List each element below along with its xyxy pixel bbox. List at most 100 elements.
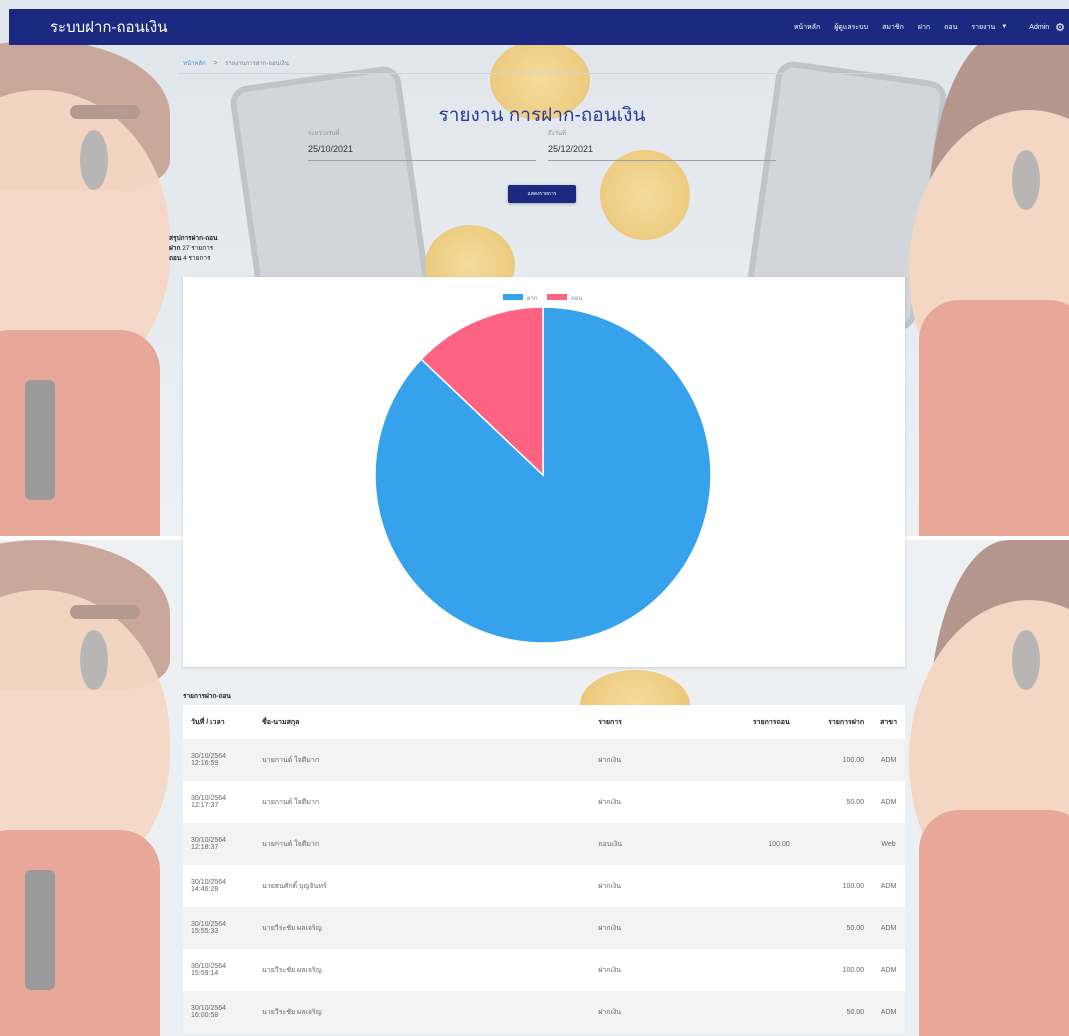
table-row: 30/10/2564 15:55:33 นายวีระชัย ผลเจริญ ฝากเ… [183,907,905,949]
top-navbar: ระบบฝาก-ถอนเงิน หน้าหลัก ผู้ดูแลระบบ สมา… [9,9,1069,45]
cell-branch: ADM [872,739,905,781]
nav-item-home[interactable]: หน้าหลัก [794,22,820,33]
coin-illustration [600,150,690,240]
nav-item-deposit[interactable]: ฝาก [918,22,930,33]
cell-deposit: 50.00 [797,907,873,949]
legend-label-deposit[interactable]: ฝาก [527,295,538,302]
nav-user[interactable]: Admin [1029,24,1049,31]
cell-time: 16:00:58 [191,1012,219,1019]
cell-type: ฝากเงิน [598,966,622,974]
cell-type: ฝากเงิน [598,882,622,890]
table-title: รายการฝาก-ถอน [183,693,231,700]
cell-datetime: 30/10/2564 16:00:58 [183,991,254,1033]
cartoon-tie-left [25,380,55,500]
cartoon-tie-left [25,870,55,990]
cell-datetime: 30/10/2564 12:18:37 [183,823,254,865]
cell-time: 12:16:59 [191,760,219,767]
cell-date: 30/10/2564 [191,879,227,886]
app-title[interactable]: ระบบฝาก-ถอนเงิน [50,15,168,39]
summary-deposit-label: ฝาก [169,245,181,252]
cartoon-eye-right [1012,150,1040,210]
cell-date: 30/10/2564 [191,921,227,928]
start-date-input[interactable] [308,140,536,161]
breadcrumb-divider [178,73,902,74]
cell-type: ฝากเงิน [590,907,722,949]
cell-time: 15:55:33 [191,928,219,935]
show-report-button[interactable]: แสดงรายการ [508,185,576,203]
transactions-table-card: วันที่ / เวลา ชื่อ-นามสกุล รายการ รายการ… [183,705,905,1033]
cell-date: 30/10/2564 [191,837,227,844]
breadcrumb-current: รายงานการฝาก-ถอนเงิน [225,61,289,67]
cell-withdraw [722,949,798,991]
cell-name: นายวีระชัย ผลเจริญ [253,991,591,1033]
cell-name: นายธนศักดิ์ บุญจันทร์ [261,882,327,890]
cell-withdraw [721,907,798,949]
breadcrumb-separator: > [213,60,218,67]
cartoon-body-right [919,300,1069,536]
nav-item-admin[interactable]: ผู้ดูแลระบบ [834,22,868,33]
cell-time: 14:46:28 [191,886,219,893]
cell-deposit: 100.00 [842,882,865,890]
summary-block: สรุปการฝาก-ถอน ฝาก 27 รายการ ถอน 4 รายกา… [169,234,218,264]
start-date-label: ระหว่างวันที่ [308,131,340,137]
cartoon-body-right [919,810,1069,1036]
caret-down-icon[interactable]: ▼ [1001,24,1007,30]
cell-withdraw: 100.00 [721,823,798,865]
cell-withdraw [722,781,798,823]
cell-type: ฝากเงิน [590,739,722,781]
table-body: 30/10/2564 12:16:59 นายกานต์ ใจดีมาก ฝากเงิ… [183,739,905,1033]
cell-time: 15:59:14 [191,970,219,977]
cell-date: 30/10/2564 [191,753,227,760]
legend-swatch-withdraw[interactable] [547,294,567,300]
nav-item-members[interactable]: สมาชิก [882,22,904,33]
cartoon-brow-left [70,605,140,619]
cell-type: ฝากเงิน [598,798,622,806]
cell-branch: ADM [880,882,897,890]
cartoon-body-left [0,330,160,536]
col-header-withdraw: รายการถอน [752,718,790,726]
cell-deposit [797,823,873,865]
cell-deposit: 100.00 [797,739,873,781]
cartoon-eye-left [80,130,108,190]
cell-time: 12:17:37 [191,802,219,809]
cell-branch: ADM [872,907,905,949]
col-header-deposit: รายการฝาก [828,718,865,726]
gear-icon[interactable]: ⚙ [1055,21,1065,34]
cell-branch: Web [872,823,905,865]
col-header-branch: สาขา [880,718,897,726]
cell-type: ฝากเงิน [590,991,722,1033]
cell-withdraw [722,865,798,907]
cell-time: 12:18:37 [191,844,219,851]
legend-label-withdraw[interactable]: ถอน [571,296,582,302]
cell-datetime: 30/10/2564 12:17:37 [183,781,254,823]
page-title: รายงาน การฝาก-ถอนเงิน [438,105,646,126]
table-row: 30/10/2564 15:59:14 นายวีระชัย ผลเจริญ ฝากเ… [183,949,905,991]
end-date-label: ถึงวันที่ [548,131,566,137]
breadcrumb-home[interactable]: หน้าหลัก [183,61,206,67]
end-date-field: ถึงวันที่ [548,128,776,161]
table-row: 30/10/2564 16:00:58 นายวีระชัย ผลเจริญ ฝากเ… [183,991,905,1033]
cartoon-body-left [0,830,160,1036]
pie-chart: ฝาก ถอน [374,294,712,644]
summary-withdraw-count: 4 รายการ [183,255,211,262]
breadcrumb: หน้าหลัก > รายงานการฝาก-ถอนเงิน [183,58,289,68]
cartoon-eye-right [1012,630,1040,690]
summary-withdraw-label: ถอน [169,255,182,262]
table-row: 30/10/2564 14:46:28 นายธนศักดิ์ บุญจันทร์ ฝ… [183,865,905,907]
table-row: 30/10/2564 12:16:59 นายกานต์ ใจดีมาก ฝากเงิ… [183,739,905,781]
cell-name: นายกานต์ ใจดีมาก [253,739,591,781]
nav-item-report[interactable]: รายงาน [971,22,995,33]
summary-heading: สรุปการฝาก-ถอน [169,235,218,242]
table-header-row: วันที่ / เวลา ชื่อ-นามสกุล รายการ รายการ… [183,705,905,739]
cell-name: นายวีระชัย ผลเจริญ [253,907,591,949]
legend-swatch-deposit[interactable] [503,294,523,300]
summary-deposit-count: 27 รายการ [182,245,214,252]
cell-date: 30/10/2564 [191,1005,227,1012]
start-date-field: ระหว่างวันที่ [308,128,536,161]
cell-branch: ADM [872,991,905,1033]
nav-item-withdraw[interactable]: ถอน [944,22,957,33]
col-header-type: รายการ [598,718,622,726]
end-date-input[interactable] [548,140,776,161]
cell-name: นายกานต์ ใจดีมาก [261,798,320,806]
cell-datetime: 30/10/2564 12:16:59 [183,739,254,781]
